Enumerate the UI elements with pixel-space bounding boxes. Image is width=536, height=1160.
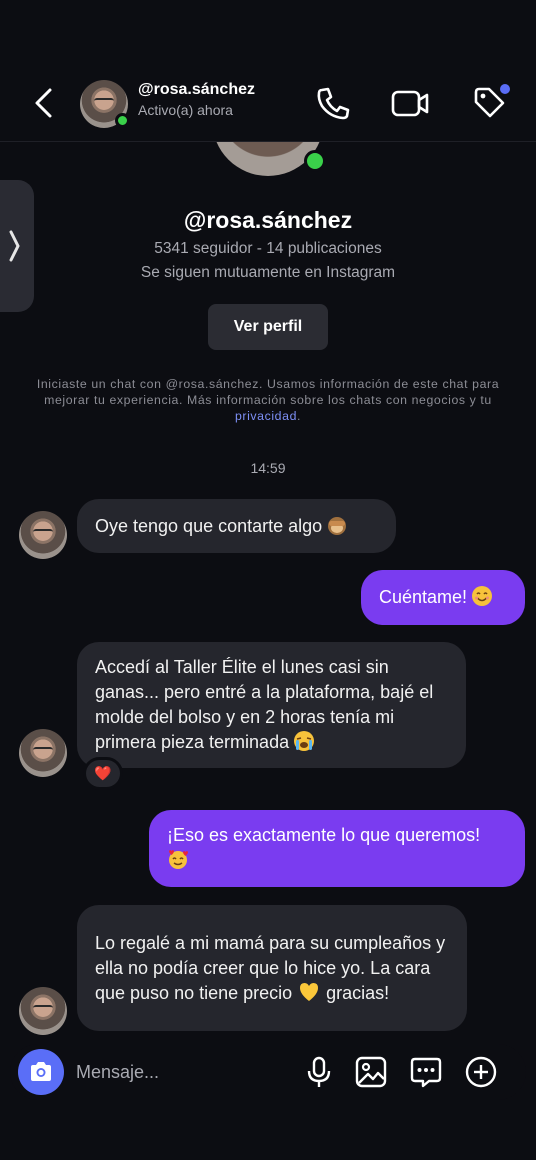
sender-avatar[interactable]: [19, 987, 67, 1035]
smiling-face-icon: [471, 585, 493, 607]
sender-avatar[interactable]: [19, 729, 67, 777]
chevron-left-icon: [35, 88, 52, 118]
side-panel-toggle[interactable]: [0, 180, 34, 312]
microphone-icon: [307, 1056, 331, 1087]
audio-call-button[interactable]: [313, 84, 353, 122]
business-chat-disclaimer: Iniciaste un chat con @rosa.sánchez. Usa…: [14, 376, 522, 424]
outgoing-message[interactable]: ¡Eso es exactamente lo que queremos!: [149, 810, 525, 887]
chat-bubble-dots-icon: [410, 1057, 442, 1088]
labels-button[interactable]: [470, 84, 510, 122]
message-text: Lo regalé a mi mamá para su cumpleaños y…: [95, 932, 446, 1003]
message-text-end: gracias!: [326, 982, 390, 1003]
back-button[interactable]: [28, 84, 62, 122]
privacy-link[interactable]: privacidad: [235, 409, 297, 423]
header-activity-status: Activo(a) ahora: [138, 102, 233, 118]
header-username[interactable]: @rosa.sánchez: [138, 81, 255, 99]
message-text: ¡Eso es exactamente lo que queremos!: [167, 825, 481, 845]
video-call-button[interactable]: [390, 84, 430, 122]
phone-icon: [317, 87, 350, 120]
outgoing-message[interactable]: Cuéntame!: [361, 570, 525, 625]
disclaimer-suffix: .: [297, 409, 302, 423]
message-input[interactable]: [76, 1054, 286, 1090]
camera-button[interactable]: [18, 1049, 64, 1095]
see-no-evil-monkey-icon: [326, 514, 348, 536]
view-profile-button[interactable]: Ver perfil: [208, 304, 328, 350]
avatar: [19, 987, 67, 1035]
message-text: Oye tengo que contarte algo: [95, 515, 323, 536]
voice-message-button[interactable]: [301, 1054, 337, 1090]
disclaimer-text: Iniciaste un chat con @rosa.sánchez. Usa…: [36, 377, 500, 407]
heart-reaction[interactable]: ❤️: [83, 757, 123, 790]
message-text: Accedí al Taller Élite el lunes casi sin…: [95, 657, 434, 752]
header-avatar[interactable]: [80, 80, 130, 128]
incoming-message[interactable]: Accedí al Taller Élite el lunes casi sin…: [77, 642, 466, 768]
avatar: [19, 511, 67, 559]
message-text: Cuéntame!: [379, 587, 468, 607]
message-timestamp: 14:59: [250, 460, 286, 476]
avatar: [19, 729, 67, 777]
image-icon: [355, 1056, 387, 1088]
sender-avatar[interactable]: [19, 511, 67, 559]
chat-header: @rosa.sánchez Activo(a) ahora: [0, 0, 536, 142]
profile-online-indicator: [304, 150, 326, 172]
more-options-button[interactable]: [463, 1054, 499, 1090]
yellow-heart-icon: [298, 981, 320, 1003]
incoming-message[interactable]: Lo regalé a mi mamá para su cumpleaños y…: [77, 905, 467, 1031]
video-camera-icon: [391, 90, 429, 117]
gallery-button[interactable]: [353, 1054, 389, 1090]
chevron-right-icon: [9, 230, 20, 262]
profile-username: @rosa.sánchez: [183, 207, 353, 233]
incoming-message[interactable]: Oye tengo que contarte algo: [77, 499, 396, 553]
camera-icon: [31, 1062, 51, 1081]
sticker-button[interactable]: [408, 1054, 444, 1090]
plus-circle-icon: [465, 1056, 497, 1088]
online-indicator: [115, 113, 130, 128]
loudly-crying-face-icon: [293, 730, 315, 752]
mutual-follow-text: Se siguen mutuamente en Instagram: [140, 264, 396, 281]
smiling-face-with-hearts-icon: [167, 848, 189, 870]
profile-stats: 5341 seguidor - 14 publicaciones: [154, 240, 382, 257]
notification-dot: [500, 84, 510, 94]
message-composer: [10, 1044, 526, 1100]
